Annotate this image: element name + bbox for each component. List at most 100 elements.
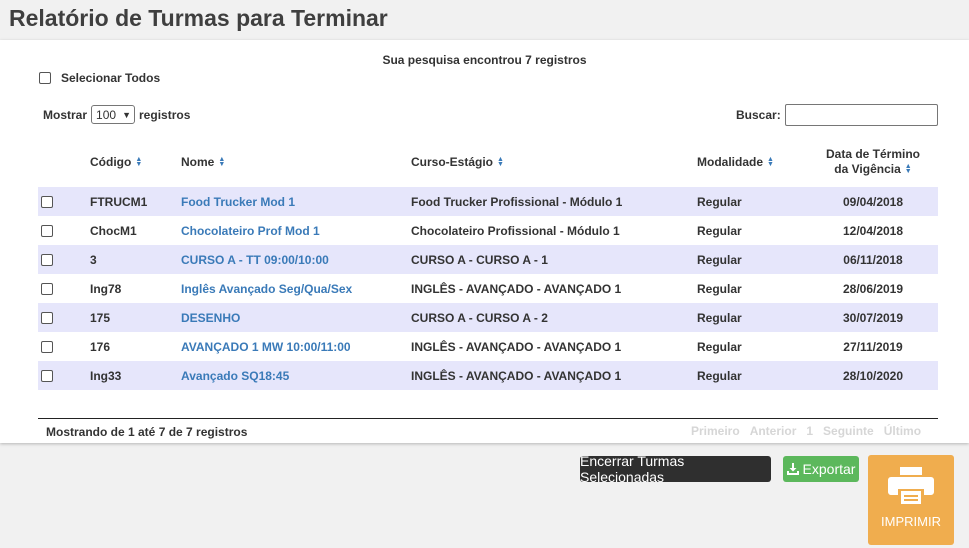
row-checkbox[interactable] xyxy=(41,253,53,266)
select-all-label: Selecionar Todos xyxy=(61,71,161,85)
table-row: FTRUCM1 Food Trucker Mod 1 Food Trucker … xyxy=(38,187,938,216)
row-checkbox-cell xyxy=(41,274,53,303)
cell-modalidade: Regular xyxy=(697,194,742,209)
column-header-modalidade[interactable]: Modalidade ▲ ▼ xyxy=(697,155,774,169)
export-button[interactable]: Exportar xyxy=(783,456,859,482)
table-row: ChocM1 Chocolateiro Prof Mod 1 Chocolate… xyxy=(38,216,938,245)
row-checkbox-cell xyxy=(41,332,53,361)
sort-icon: ▲ ▼ xyxy=(767,156,774,168)
cell-codigo: 175 xyxy=(90,310,111,325)
cell-nome-link[interactable]: Food Trucker Mod 1 xyxy=(181,187,295,216)
select-all-checkbox[interactable] xyxy=(39,72,51,84)
cell-curso: INGLÊS - AVANÇADO - AVANÇADO 1 xyxy=(411,368,622,383)
sort-icon: ▲ ▼ xyxy=(218,156,226,168)
column-header-data-termino[interactable]: Data de Término da Vigência ▲ ▼ xyxy=(818,147,928,176)
row-checkbox[interactable] xyxy=(41,195,53,208)
sort-icon: ▲ ▼ xyxy=(904,163,912,175)
pagination-previous[interactable]: Anterior xyxy=(750,424,797,438)
row-checkbox-cell xyxy=(41,303,53,332)
table-row: Ing33 Avançado SQ18:45 INGLÊS - AVANÇADO… xyxy=(38,361,938,390)
search-label: Buscar: xyxy=(736,108,781,122)
search-control: Buscar: xyxy=(736,104,938,126)
length-prefix: Mostrar xyxy=(43,107,88,122)
table-row: 3 CURSO A - TT 09:00/10:00 CURSO A - CUR… xyxy=(38,245,938,274)
cell-curso: INGLÊS - AVANÇADO - AVANÇADO 1 xyxy=(411,339,622,354)
cell-modalidade: Regular xyxy=(697,310,742,325)
export-label: Exportar xyxy=(802,461,856,477)
row-checkbox[interactable] xyxy=(41,340,53,353)
column-header-nome[interactable]: Nome ▲ ▼ xyxy=(181,155,225,169)
cell-data: 09/04/2018 xyxy=(842,194,904,209)
table-row: Ing78 Inglês Avançado Seg/Qua/Sex INGLÊS… xyxy=(38,274,938,303)
column-header-codigo[interactable]: Código ▲ ▼ xyxy=(90,155,142,169)
search-input[interactable] xyxy=(784,104,938,126)
row-checkbox[interactable] xyxy=(41,224,53,237)
cell-curso: INGLÊS - AVANÇADO - AVANÇADO 1 xyxy=(411,281,622,296)
table-row: 176 AVANÇADO 1 MW 10:00/11:00 INGLÊS - A… xyxy=(38,332,938,361)
cell-codigo: ChocM1 xyxy=(90,223,137,238)
column-label: Curso-Estágio xyxy=(411,155,494,169)
cell-modalidade: Regular xyxy=(697,223,742,238)
page-length-value: 100 xyxy=(96,107,117,122)
column-label: Modalidade xyxy=(697,155,764,169)
cell-nome-link[interactable]: Chocolateiro Prof Mod 1 xyxy=(181,216,320,245)
pagination-page-1[interactable]: 1 xyxy=(806,424,813,438)
cell-nome-link[interactable]: Avançado SQ18:45 xyxy=(181,361,289,390)
cell-codigo: Ing78 xyxy=(90,281,122,296)
table-row: 175 DESENHO CURSO A - CURSO A - 2 Regula… xyxy=(38,303,938,332)
pagination-last[interactable]: Último xyxy=(884,424,921,438)
cell-nome-link[interactable]: CURSO A - TT 09:00/10:00 xyxy=(181,245,329,274)
pagination-first[interactable]: Primeiro xyxy=(691,424,740,438)
column-label: Nome xyxy=(181,155,215,169)
print-button[interactable]: IMPRIMIR xyxy=(868,455,954,545)
row-checkbox[interactable] xyxy=(41,369,53,382)
cell-data: 12/04/2018 xyxy=(842,223,904,238)
table-bottom-border xyxy=(38,418,938,419)
column-header-curso[interactable]: Curso-Estágio ▲ ▼ xyxy=(411,155,504,169)
column-label: Código xyxy=(90,155,132,169)
chevron-down-icon: ▼ xyxy=(122,109,132,120)
row-checkbox-cell xyxy=(41,245,53,274)
report-panel: Sua pesquisa encontrou 7 registros Selec… xyxy=(0,40,969,443)
column-label: da Vigência xyxy=(834,162,901,176)
cell-data: 27/11/2019 xyxy=(843,339,903,354)
cell-nome-link[interactable]: AVANÇADO 1 MW 10:00/11:00 xyxy=(181,332,351,361)
cell-nome-link[interactable]: Inglês Avançado Seg/Qua/Sex xyxy=(181,274,352,303)
row-checkbox-cell xyxy=(41,216,53,245)
page-title: Relatório de Turmas para Terminar xyxy=(9,5,388,31)
sort-icon: ▲ ▼ xyxy=(497,156,504,168)
cell-data: 06/11/2018 xyxy=(843,252,903,267)
column-label: Data de Término xyxy=(825,147,921,161)
row-checkbox-cell xyxy=(41,187,53,216)
printer-icon xyxy=(888,467,934,507)
pagination: Primeiro Anterior 1 Seguinte Último xyxy=(691,424,921,438)
close-selected-classes-button[interactable]: Encerrar Turmas Selecionadas xyxy=(580,453,771,485)
row-checkbox[interactable] xyxy=(41,311,53,324)
cell-nome-link[interactable]: DESENHO xyxy=(181,303,240,332)
table-header: Código ▲ ▼ Nome ▲ ▼ Curso-Estágio ▲ ▼ Modal… xyxy=(38,140,938,187)
cell-modalidade: Regular xyxy=(697,252,742,267)
cell-modalidade: Regular xyxy=(697,281,742,296)
cell-codigo: 176 xyxy=(90,339,111,354)
cell-data: 30/07/2019 xyxy=(842,310,904,325)
cell-modalidade: Regular xyxy=(697,368,742,383)
table-info: Mostrando de 1 até 7 de 7 registros xyxy=(46,425,248,439)
cell-codigo: Ing33 xyxy=(90,368,122,383)
turmas-table: Código ▲ ▼ Nome ▲ ▼ Curso-Estágio ▲ ▼ Modal… xyxy=(38,140,938,390)
cell-curso: CURSO A - CURSO A - 2 xyxy=(411,310,548,325)
cell-curso: CURSO A - CURSO A - 1 xyxy=(411,252,548,267)
page-length-control: Mostrar 100 ▼ registros xyxy=(43,105,190,124)
cell-curso: Chocolateiro Profissional - Módulo 1 xyxy=(411,223,620,238)
download-icon xyxy=(786,463,799,475)
cell-codigo: 3 xyxy=(90,252,97,267)
cell-codigo: FTRUCM1 xyxy=(90,194,148,209)
page-length-select[interactable]: 100 ▼ xyxy=(91,105,136,124)
table-body: FTRUCM1 Food Trucker Mod 1 Food Trucker … xyxy=(38,187,938,390)
pagination-next[interactable]: Seguinte xyxy=(823,424,874,438)
select-all[interactable]: Selecionar Todos xyxy=(39,71,160,85)
result-count: Sua pesquisa encontrou 7 registros xyxy=(382,53,587,67)
cell-curso: Food Trucker Profissional - Módulo 1 xyxy=(411,194,623,209)
sort-icon: ▲ ▼ xyxy=(135,156,143,168)
cell-data: 28/06/2019 xyxy=(842,281,904,296)
row-checkbox[interactable] xyxy=(41,282,53,295)
